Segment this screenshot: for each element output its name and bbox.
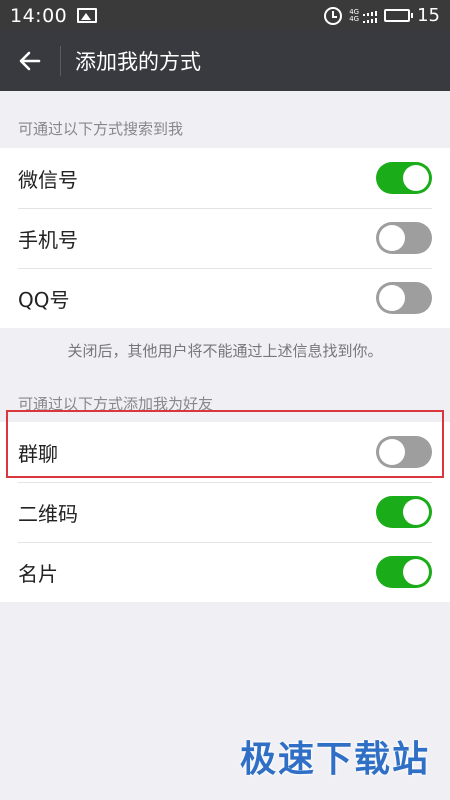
- toggle-knob: [403, 499, 429, 525]
- toggle-knob: [403, 559, 429, 585]
- search-option-qq: QQ号: [0, 268, 450, 328]
- add-option-group-chat: 群聊: [0, 422, 450, 482]
- toggle-knob: [379, 225, 405, 251]
- gallery-icon: [77, 8, 98, 23]
- row-label: QQ号: [18, 287, 70, 312]
- signal-bar: [375, 17, 378, 23]
- search-note: 关闭后，其他用户将不能通过上述信息找到你。: [67, 342, 383, 360]
- add-option-business-card: 名片: [0, 542, 450, 602]
- toggle-knob: [379, 439, 405, 465]
- network-type-bottom: 4G: [349, 14, 360, 23]
- signal-bar: [367, 19, 370, 23]
- row-label: 微信号: [18, 167, 78, 192]
- settings-screen: 14:00 4G 4G 15 添加我的方式 可通过以下方式搜索到我 微信号 手机…: [0, 0, 450, 800]
- page-title: 添加我的方式: [75, 50, 201, 74]
- signal-row-bottom: 4G: [349, 14, 378, 23]
- toggle-switch[interactable]: [376, 162, 432, 194]
- toggle-knob: [403, 165, 429, 191]
- toggle-switch[interactable]: [376, 222, 432, 254]
- row-label: 群聊: [18, 441, 58, 466]
- toggle-knob: [379, 285, 405, 311]
- signal-icon: 4G 4G: [349, 8, 378, 23]
- title-divider: [60, 46, 61, 76]
- search-option-phone: 手机号: [0, 208, 450, 268]
- toggle-switch[interactable]: [376, 496, 432, 528]
- search-section-header: 可通过以下方式搜索到我: [18, 120, 184, 138]
- status-indicators: 4G 4G 15: [324, 5, 440, 26]
- toggle-switch[interactable]: [376, 436, 432, 468]
- add-options-group: 群聊 二维码 名片: [0, 422, 450, 602]
- add-option-qr-code: 二维码: [0, 482, 450, 542]
- toggle-switch[interactable]: [376, 556, 432, 588]
- add-section-header: 可通过以下方式添加我为好友: [18, 395, 214, 413]
- row-label: 手机号: [18, 227, 78, 252]
- toggle-switch[interactable]: [376, 282, 432, 314]
- signal-bar: [371, 18, 374, 23]
- arrow-left-icon: [19, 51, 41, 71]
- status-bar: 14:00 4G 4G 15: [0, 0, 450, 31]
- signal-bar: [363, 20, 366, 23]
- title-bar: 添加我的方式: [0, 31, 450, 91]
- alarm-icon: [324, 6, 343, 25]
- battery-level: 15: [417, 5, 440, 26]
- row-label: 二维码: [18, 501, 78, 526]
- status-time: 14:00: [10, 4, 68, 27]
- battery-icon: [384, 9, 414, 22]
- search-options-group: 微信号 手机号 QQ号: [0, 148, 450, 328]
- back-button[interactable]: [0, 31, 60, 91]
- row-label: 名片: [18, 561, 58, 586]
- watermark: 极速下载站: [239, 739, 430, 780]
- search-option-wechat-id: 微信号: [0, 148, 450, 208]
